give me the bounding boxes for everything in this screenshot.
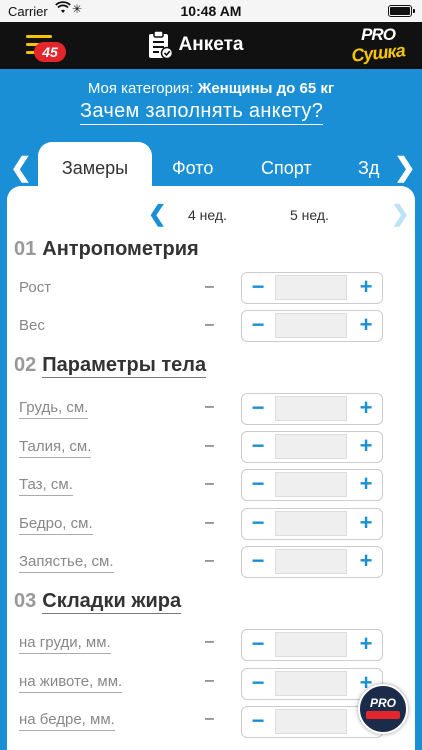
row-prev-fold-belly: – (205, 672, 214, 689)
logo-bottom-text: Сушка (350, 40, 406, 66)
status-bar: Carrier ✳ 10:48 AM (0, 0, 422, 22)
floating-logo-text: PRO (369, 696, 396, 710)
tabs-next-arrow-icon[interactable]: ❯ (394, 152, 416, 183)
increment-button[interactable]: + (350, 547, 382, 576)
section-title-anthropometry: 01 Антропометрия (14, 238, 199, 260)
chest-stepper[interactable]: − + (241, 393, 383, 425)
row-prev-chest: – (205, 398, 214, 415)
floating-logo-button[interactable]: PRO (358, 684, 408, 734)
row-prev-waist: – (205, 437, 214, 454)
tabs-prev-arrow-icon[interactable]: ❮ (10, 152, 32, 183)
increment-button[interactable]: + (350, 273, 382, 302)
floating-logo-ribbon (366, 711, 400, 719)
tab-measurements[interactable]: Замеры (38, 142, 152, 192)
increment-button[interactable]: + (350, 432, 382, 461)
decrement-button[interactable]: − (242, 273, 274, 302)
week-current-label: 5 нед. (290, 207, 329, 223)
section-title-body-params: 02 Параметры тела (14, 354, 207, 378)
row-prev-height: – (205, 278, 214, 295)
height-stepper[interactable]: − + (241, 272, 383, 304)
tab-photo[interactable]: Фото (172, 158, 213, 179)
fold-thigh-value-input[interactable] (275, 709, 347, 734)
decrement-button[interactable]: − (242, 630, 274, 659)
row-label-thigh[interactable]: Бедро, см. (19, 515, 93, 535)
row-label-height: Рост (19, 279, 52, 296)
measurements-card: ❮ 4 нед. 5 нед. ❯ 01 Антропометрия Рост –… (7, 186, 415, 750)
row-label-weight: Вес (19, 317, 45, 334)
decrement-button[interactable]: − (242, 669, 274, 698)
weight-value-input[interactable] (275, 313, 347, 338)
category-value: Женщины до 65 кг (197, 80, 335, 97)
fold-chest-stepper[interactable]: − + (241, 629, 383, 661)
increment-button[interactable]: + (350, 470, 382, 499)
section-title-fat-folds: 03 Складки жира (14, 590, 182, 614)
decrement-button[interactable]: − (242, 707, 274, 736)
fold-belly-value-input[interactable] (275, 671, 347, 696)
weight-stepper[interactable]: − + (241, 310, 383, 342)
decrement-button[interactable]: − (242, 394, 274, 423)
waist-value-input[interactable] (275, 434, 347, 459)
week-previous-label: 4 нед. (188, 207, 227, 223)
row-prev-wrist: – (205, 552, 214, 569)
week-next-arrow-icon[interactable]: ❯ (391, 201, 409, 227)
row-prev-fold-chest: – (205, 633, 214, 650)
decrement-button[interactable]: − (242, 432, 274, 461)
wrist-value-input[interactable] (275, 549, 347, 574)
increment-button[interactable]: + (350, 509, 382, 538)
row-prev-weight: – (205, 316, 214, 333)
prosushka-logo: PRO Сушка (348, 26, 408, 66)
tab-sport[interactable]: Спорт (261, 158, 312, 179)
height-value-input[interactable] (275, 275, 347, 300)
category-line: Моя категория: Женщины до 65 кг (0, 80, 422, 97)
category-prefix: Моя категория: (87, 80, 198, 97)
thigh-value-input[interactable] (275, 511, 347, 536)
increment-button[interactable]: + (350, 394, 382, 423)
row-label-hips[interactable]: Таз, см. (19, 476, 73, 496)
row-label-waist[interactable]: Талия, см. (19, 438, 92, 458)
row-label-fold-belly[interactable]: на животе, мм. (19, 673, 123, 693)
row-label-chest[interactable]: Грудь, см. (19, 399, 89, 419)
battery-icon (388, 5, 415, 17)
row-prev-thigh: – (205, 514, 214, 531)
decrement-button[interactable]: − (242, 311, 274, 340)
tab-health[interactable]: Зд (358, 158, 379, 179)
why-fill-link[interactable]: Зачем заполнять анкету? (80, 100, 324, 125)
status-time: 10:48 AM (180, 3, 242, 19)
row-prev-fold-thigh: – (205, 710, 214, 727)
increment-button[interactable]: + (350, 630, 382, 659)
decrement-button[interactable]: − (242, 509, 274, 538)
hips-stepper[interactable]: − + (241, 469, 383, 501)
row-label-wrist[interactable]: Запястье, см. (19, 553, 114, 573)
hips-value-input[interactable] (275, 472, 347, 497)
navbar: 45 Анкета PRO Сушка (0, 22, 422, 69)
decrement-button[interactable]: − (242, 470, 274, 499)
decrement-button[interactable]: − (242, 547, 274, 576)
thigh-stepper[interactable]: − + (241, 508, 383, 540)
fold-chest-value-input[interactable] (275, 632, 347, 657)
wrist-stepper[interactable]: − + (241, 546, 383, 578)
waist-stepper[interactable]: − + (241, 431, 383, 463)
chest-value-input[interactable] (275, 396, 347, 421)
increment-button[interactable]: + (350, 311, 382, 340)
row-label-fold-thigh[interactable]: на бедре, мм. (19, 711, 115, 731)
row-label-fold-chest[interactable]: на груди, мм. (19, 634, 111, 654)
week-prev-arrow-icon[interactable]: ❮ (148, 201, 166, 227)
row-prev-hips: – (205, 475, 214, 492)
